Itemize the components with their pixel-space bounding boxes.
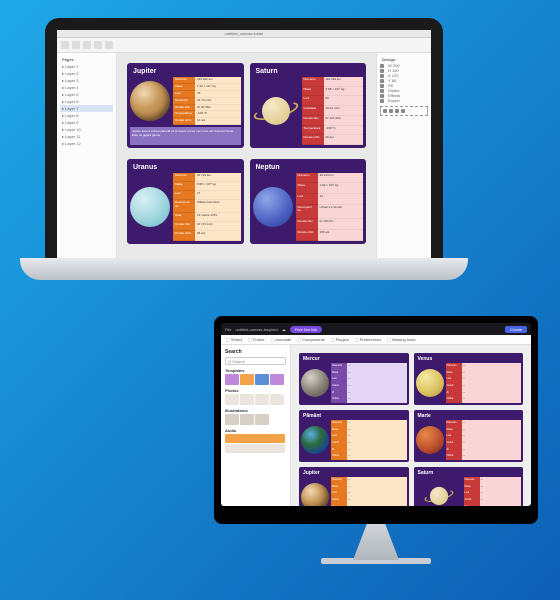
planet-card-uranus[interactable]: UranusDiametru50 724 kmMasa8.68 × 10²⁵ k…: [127, 159, 244, 244]
layer-item[interactable]: ▸ Layer 3: [60, 77, 113, 84]
inspector-row[interactable]: Export: [380, 98, 428, 103]
toolbar-frame[interactable]: ⬚ Frame: [248, 337, 264, 342]
tool-hand-icon[interactable]: [105, 41, 113, 49]
toolbar-plugins[interactable]: ⬚ Plugins: [331, 337, 349, 342]
section-audio[interactable]: Audio: [225, 428, 286, 433]
toolbar-preferences[interactable]: ⬚ Preferences: [355, 337, 381, 342]
card-title: Neptun: [253, 162, 364, 173]
document-name: untitled-canvas-inspired: [235, 327, 277, 332]
layer-item[interactable]: ▸ Layer 4: [60, 84, 113, 91]
search-panel: Search Q Search Templates Photos: [221, 345, 291, 506]
planet-card-saturn[interactable]: SaturnDiametru116 464 kmMasa5.68 × 10²⁶ …: [250, 63, 367, 148]
photo-thumb[interactable]: [270, 394, 284, 405]
section-illustrations[interactable]: Illustrations: [225, 408, 286, 413]
live-link-badge[interactable]: Free live link: [290, 326, 322, 333]
planet-card-jupiter[interactable]: JupiterDiametru139 822 kmMasa1.90 × 10²⁷…: [127, 63, 244, 148]
tool-pen-icon[interactable]: [83, 41, 91, 49]
planet-card-mercur[interactable]: MercurDiametru—Masa—Luni—Gravit.—Zi—Orbi…: [299, 353, 409, 405]
design-app-screen: untitled_canvas.folder Pages ▸ Layer 1▸ …: [57, 30, 431, 258]
card-title: Jupiter: [301, 469, 407, 477]
illustration-thumb[interactable]: [255, 414, 269, 425]
photo-thumb[interactable]: [240, 394, 254, 405]
search-heading: Search: [225, 349, 286, 355]
layers-heading: Pages: [60, 56, 113, 63]
layer-item[interactable]: ▸ Layer 7: [60, 105, 113, 112]
search-input[interactable]: Q Search: [225, 357, 286, 365]
card-title: Pământ: [301, 412, 407, 420]
card-title: Jupiter: [130, 66, 241, 77]
tool-frame-icon[interactable]: [72, 41, 80, 49]
audio-thumb[interactable]: [225, 444, 285, 453]
laptop-device: untitled_canvas.folder Pages ▸ Layer 1▸ …: [45, 18, 443, 258]
tool-move-icon[interactable]: [61, 41, 69, 49]
tool-text-icon[interactable]: [94, 41, 102, 49]
photo-thumb[interactable]: [225, 394, 239, 405]
card-title: Saturn: [253, 66, 364, 77]
card-title: Uranus: [130, 162, 241, 173]
imac-stand: [353, 524, 399, 560]
section-templates[interactable]: Templates: [225, 368, 286, 373]
planet-card-neptun[interactable]: NeptunDiametru49 244 kmMasa1.02 × 10²⁶ k…: [250, 159, 367, 244]
editor-app-screen: File untitled-canvas-inspired ☁ Free liv…: [221, 323, 531, 506]
illustration-thumb[interactable]: [225, 414, 239, 425]
layer-item[interactable]: ▸ Layer 1: [60, 63, 113, 70]
layer-item[interactable]: ▸ Layer 8: [60, 112, 113, 119]
canvas-grid[interactable]: MercurDiametru—Masa—Luni—Gravit.—Zi—Orbi…: [291, 345, 531, 506]
toolbar-missing-fonts[interactable]: ⬚ Missing fonts: [387, 337, 415, 342]
planet-card-venus[interactable]: VenusDiametru—Masa—Luni—Gravit.—Zi—Orbit…: [414, 353, 524, 405]
photo-thumb[interactable]: [255, 394, 269, 405]
planet-card-saturn[interactable]: SaturnDiametru—Masa—Luni—Gravit.—Zi—Orbi…: [414, 467, 524, 506]
layer-item[interactable]: ▸ Layer 9: [60, 119, 113, 126]
audio-thumb[interactable]: [225, 434, 285, 443]
layer-item[interactable]: ▸ Layer 2: [60, 70, 113, 77]
planet-card-jupiter[interactable]: JupiterDiametru—Masa—Luni—Gravit.—Zi—Orb…: [299, 467, 409, 506]
section-photos[interactable]: Photos: [225, 388, 286, 393]
toolbar-select[interactable]: ⬚ Select: [226, 337, 242, 342]
inspector-panel: Design W 200H 150X 120Y 80FillStrokeEffe…: [376, 53, 431, 258]
card-title: Venus: [416, 355, 522, 363]
template-thumb[interactable]: [240, 374, 254, 385]
imac-device: File untitled-canvas-inspired ☁ Free liv…: [214, 316, 538, 566]
share-button[interactable]: Create: [505, 326, 527, 333]
template-thumb[interactable]: [225, 374, 239, 385]
app-titlebar: File untitled-canvas-inspired ☁ Free liv…: [221, 323, 531, 335]
layer-item[interactable]: ▸ Layer 5: [60, 91, 113, 98]
layer-item[interactable]: ▸ Layer 10: [60, 126, 113, 133]
layer-item[interactable]: ▸ Layer 6: [60, 98, 113, 105]
layers-panel: Pages ▸ Layer 1▸ Layer 2▸ Layer 3▸ Layer…: [57, 53, 117, 258]
laptop-base: [20, 258, 468, 280]
align-controls[interactable]: [380, 106, 428, 116]
card-title: Saturn: [416, 469, 522, 477]
illustration-thumb[interactable]: [240, 414, 254, 425]
template-thumb[interactable]: [255, 374, 269, 385]
action-toolbar: ⬚ Select ⬚ Frame ⬚ Annotate ⬚ Components ⬚ P…: [221, 335, 531, 345]
card-title: Mercur: [301, 355, 407, 363]
top-toolbar: [57, 38, 431, 53]
template-thumb[interactable]: [270, 374, 284, 385]
toolbar-components[interactable]: ⬚ Components: [297, 337, 325, 342]
planet-card-pământ[interactable]: PământDiametru—Masa—Luni—Gravit.—Zi—Orbi…: [299, 410, 409, 462]
layer-item[interactable]: ▸ Layer 11: [60, 133, 113, 140]
planet-card-marte[interactable]: MarteDiametru—Masa—Luni—Gravit.—Zi—Orbit…: [414, 410, 524, 462]
menu-file[interactable]: File: [225, 327, 231, 332]
inspector-heading: Design: [380, 56, 428, 63]
card-title: Marte: [416, 412, 522, 420]
cloud-icon: ☁: [282, 327, 286, 332]
window-title: untitled_canvas.folder: [57, 30, 431, 38]
toolbar-annotate[interactable]: ⬚ Annotate: [270, 337, 291, 342]
layer-item[interactable]: ▸ Layer 12: [60, 140, 113, 147]
canvas-area[interactable]: JupiterDiametru139 822 kmMasa1.90 × 10²⁷…: [117, 53, 376, 258]
